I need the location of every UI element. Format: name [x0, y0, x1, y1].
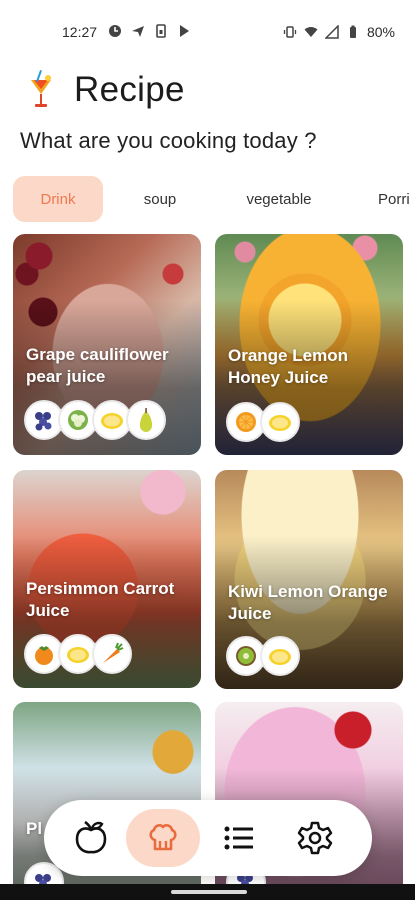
status-system-icons: 80% — [283, 24, 395, 40]
tab-porridge[interactable]: Porri — [363, 176, 415, 222]
status-notification-icons — [108, 24, 191, 38]
ingredient-list — [226, 636, 300, 676]
nav-settings[interactable] — [278, 809, 352, 867]
ingredient-list — [24, 400, 166, 440]
tab-drink[interactable]: Drink — [13, 176, 103, 222]
battery-percent: 80% — [366, 24, 395, 40]
battery-icon — [349, 25, 356, 38]
recipe-title: Grape cauliflower pear juice — [26, 345, 169, 386]
home-gesture-handle[interactable] — [171, 890, 247, 894]
sim-icon — [156, 24, 166, 38]
lemon-icon — [260, 636, 300, 676]
bottom-navigation — [44, 800, 372, 876]
tab-soup[interactable]: soup — [115, 176, 205, 222]
system-gesture-bar — [0, 884, 415, 900]
pear-icon — [126, 400, 166, 440]
recipe-card[interactable]: Kiwi Lemon Orange Juice — [215, 470, 403, 689]
carrot-icon — [92, 634, 132, 674]
tropical-drink-icon — [31, 70, 51, 107]
nav-list[interactable] — [202, 809, 276, 867]
play-store-icon — [180, 25, 189, 37]
fruit-icon — [75, 820, 107, 854]
app-header: Recipe — [26, 70, 185, 110]
wifi-icon — [304, 27, 318, 37]
recipe-title: Kiwi Lemon Orange Juice — [228, 582, 388, 623]
vibrate-icon — [283, 26, 297, 38]
status-time: 12:27 — [62, 24, 98, 40]
app-notification-icon — [109, 25, 121, 37]
page-title: Recipe — [74, 70, 185, 109]
signal-icon — [324, 25, 339, 39]
ingredient-list — [226, 402, 300, 442]
category-tabs: Drink soup vegetable Porri — [13, 176, 415, 222]
ingredient-list — [24, 634, 132, 674]
recipe-title: Orange Lemon Honey Juice — [228, 346, 348, 387]
nav-recipes[interactable] — [126, 809, 200, 867]
recipe-card[interactable]: Grape cauliflower pear juice — [13, 234, 201, 455]
recipe-card[interactable]: Orange Lemon Honey Juice — [215, 234, 403, 455]
send-icon — [132, 26, 144, 37]
settings-icon — [297, 821, 333, 855]
chef-hat-icon — [149, 824, 177, 851]
page-subtitle: What are you cooking today ? — [20, 128, 317, 153]
list-icon — [224, 826, 253, 850]
recipe-card[interactable]: Persimmon Carrot Juice — [13, 470, 201, 688]
recipe-title: Persimmon Carrot Juice — [26, 579, 175, 620]
lemon-icon — [260, 402, 300, 442]
nav-fruit[interactable] — [54, 809, 128, 867]
tab-vegetable[interactable]: vegetable — [223, 176, 335, 222]
status-bar: 12:27 80% — [0, 0, 415, 64]
